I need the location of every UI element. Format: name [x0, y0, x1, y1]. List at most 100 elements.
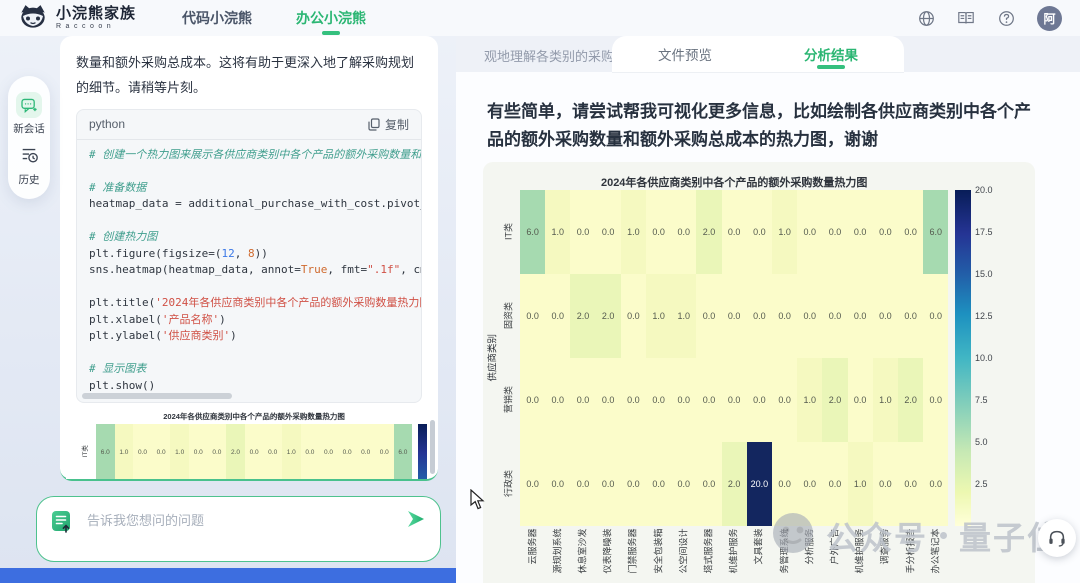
heatmap-cell: 0.0: [797, 190, 822, 274]
brand[interactable]: 小浣熊家族 Raccoon: [18, 3, 136, 34]
user-message: 有些简单，请尝试帮我可视化更多信息，比如绘制各供应商类别中各个产品的额外采购数量…: [487, 98, 1039, 153]
analysis-heatmap: 2024年各供应商类别中各个产品的额外采购数量热力图6.01.00.00.01.…: [483, 162, 1035, 583]
code-block-header: python 复制: [77, 110, 421, 140]
x-tick-label: 云服务器: [528, 528, 537, 583]
heatmap-cell: 0.0: [545, 442, 570, 526]
code-horizontal-scrollbar[interactable]: [82, 393, 232, 399]
heatmap-cell: 0.0: [621, 358, 646, 442]
heatmap-cell: 0.0: [596, 190, 621, 274]
x-tick-label: 机维护服务: [856, 528, 865, 583]
heatmap-cell: 0.0: [671, 442, 696, 526]
code-line: [89, 345, 409, 362]
colorbar-tick-label: 10.0: [975, 354, 993, 363]
x-tick-label: 办公笔记本: [931, 528, 940, 583]
x-tick-label: 安全包装箱: [654, 528, 663, 583]
y-tick-label: IT类: [83, 423, 90, 479]
heatmap-cell: 2.0: [898, 358, 923, 442]
brand-subtitle: Raccoon: [56, 23, 136, 30]
code-line: plt.figure(figsize=(12, 8)): [89, 246, 409, 263]
heatmap-cell: 0.0: [848, 274, 873, 358]
heatmap-cell: 6.0: [96, 424, 115, 479]
nav-tab-code-raccoon[interactable]: 代码小浣熊: [182, 0, 252, 37]
question-input[interactable]: [85, 510, 394, 529]
header-right: 阿: [917, 6, 1062, 31]
heatmap-cell: 0.0: [570, 190, 595, 274]
nav-tab-office-raccoon[interactable]: 办公小浣熊: [296, 0, 366, 37]
heatmap-cell: 0.0: [747, 358, 772, 442]
colorbar-tick-label: 2.5: [975, 480, 988, 489]
docs-book-icon[interactable]: [957, 9, 975, 27]
send-icon[interactable]: [406, 510, 426, 533]
x-tick-label: 机维护服务: [730, 528, 739, 583]
code-line: [89, 163, 409, 180]
chart-preview-thumbnail[interactable]: 2024年各供应商类别中各个产品的额外采购数量热力图6.01.00.00.01.…: [66, 408, 428, 479]
heatmap-cell: 0.0: [696, 442, 721, 526]
heatmap-cell: 1.0: [545, 190, 570, 274]
x-tick-label: 塔式服务器: [705, 528, 714, 583]
y-tick-label: 营销类: [505, 357, 514, 441]
heatmap-cell: 6.0: [520, 190, 545, 274]
x-tick-label: 休息室沙发: [579, 528, 588, 583]
colorbar-tick-label: 20.0: [975, 186, 993, 195]
x-tick-label: 公空间设计: [679, 528, 688, 583]
copy-label: 复制: [385, 116, 409, 133]
colorbar-tick-label: 17.5: [975, 228, 993, 237]
chat-vertical-scrollbar[interactable]: [430, 420, 435, 474]
heatmap-cell: 0.0: [520, 442, 545, 526]
heatmap-cell: 0.0: [520, 358, 545, 442]
support-float-button[interactable]: [1038, 519, 1076, 557]
raccoon-logo-icon: [18, 3, 48, 34]
heatmap-cell: 0.0: [671, 358, 696, 442]
brand-title: 小浣熊家族: [56, 6, 136, 21]
history-button[interactable]: 历史: [19, 146, 40, 187]
heatmap-cell: 1.0: [873, 358, 898, 442]
heatmap-cell: 0.0: [848, 190, 873, 274]
heatmap-cell: 0.0: [375, 424, 394, 479]
heatmap-cell: 0.0: [923, 358, 948, 442]
code-line: plt.ylabel('供应商类别'): [89, 328, 409, 345]
chart-title: 2024年各供应商类别中各个产品的额外采购数量热力图: [520, 174, 948, 190]
heatmap-cell: 0.0: [301, 424, 320, 479]
y-axis-title: 供应商类别: [488, 297, 498, 417]
code-line: # 创建热力图: [89, 229, 409, 246]
bottom-blue-strip: [0, 568, 456, 583]
x-tick-label: 门禁服务器: [629, 528, 638, 583]
heatmap-cell: 1.0: [772, 190, 797, 274]
user-avatar[interactable]: 阿: [1037, 6, 1062, 31]
heatmap-cell: 0.0: [133, 424, 152, 479]
history-icon: [19, 146, 39, 169]
new-chat-button[interactable]: 新会话: [13, 92, 45, 136]
x-tick-label: 仪表降噪装: [604, 528, 613, 583]
code-content: # 创建一个热力图来展示各供应商类别中各个产品的额外采购数量和额外 # 准备数据…: [77, 140, 421, 402]
heatmap-cell: 0.0: [356, 424, 375, 479]
heatmap-cell: 1.0: [115, 424, 134, 479]
copy-code-button[interactable]: 复制: [368, 116, 409, 133]
heatmap-cell: 2.0: [822, 358, 847, 442]
heatmap-cell: 0.0: [848, 358, 873, 442]
active-tab-underline: [322, 31, 340, 35]
tab-analysis-result[interactable]: 分析结果: [758, 36, 904, 72]
x-tick-label: 务管理系统: [780, 528, 789, 583]
colorbar-tick-label: 12.5: [975, 312, 993, 321]
heatmap-cell: 0.0: [822, 442, 847, 526]
heatmap-cell: 0.0: [873, 274, 898, 358]
colorbar: [418, 424, 427, 479]
tab-analysis-result-label: 分析结果: [804, 44, 858, 64]
colorbar-tick-label: 5.0: [975, 438, 988, 447]
preview-heatmap: 2024年各供应商类别中各个产品的额外采购数量热力图6.01.00.00.01.…: [66, 408, 428, 479]
question-input-box[interactable]: [36, 496, 441, 562]
heatmap-cell: 0.0: [189, 424, 208, 479]
globe-icon[interactable]: [917, 9, 935, 27]
heatmap-cell: 0.0: [797, 274, 822, 358]
document-icon: [51, 510, 73, 539]
heatmap-cell: 1.0: [797, 358, 822, 442]
heatmap-cell: 0.0: [545, 274, 570, 358]
new-chat-label: 新会话: [13, 121, 45, 136]
heatmap-cell: 0.0: [873, 190, 898, 274]
help-icon[interactable]: [997, 9, 1015, 27]
code-line: plt.show(): [89, 378, 409, 395]
y-tick-label: 固资类: [505, 273, 514, 357]
chat-panel: 数量和额外采购总成本。这将有助于更深入地了解采购规划的细节。请稍等片刻。 pyt…: [60, 36, 438, 481]
heatmap-cell: 0.0: [898, 442, 923, 526]
tab-file-preview[interactable]: 文件预览: [612, 36, 758, 72]
